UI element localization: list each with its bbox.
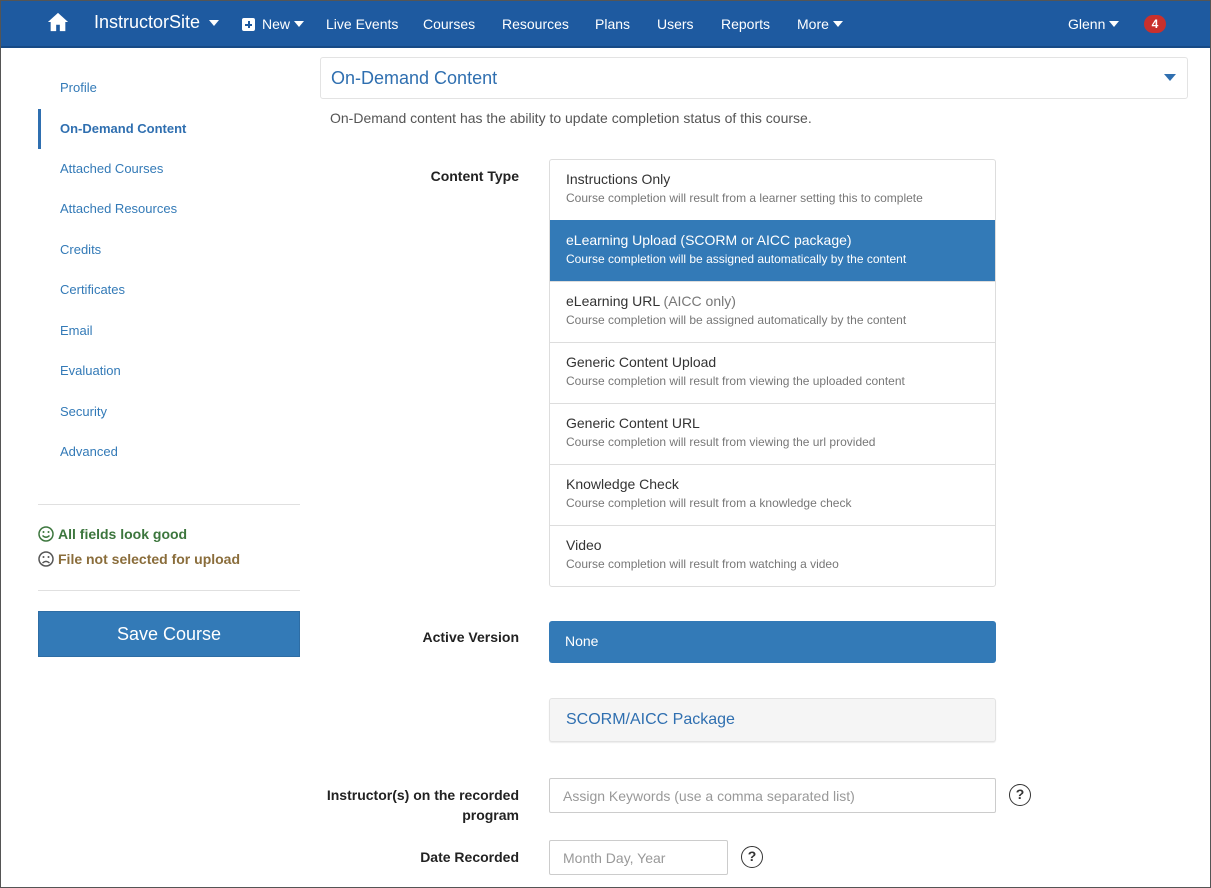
chevron-down-icon: [832, 21, 843, 27]
help-icon[interactable]: ?: [1009, 784, 1031, 806]
date-recorded-label: Date Recorded: [420, 849, 519, 865]
instructors-input[interactable]: [549, 778, 996, 813]
sidebar-item-advanced[interactable]: Advanced: [38, 425, 300, 466]
option-description: Course completion will be assigned autom…: [566, 252, 907, 266]
content-type-option[interactable]: Instructions Only Course completion will…: [550, 160, 995, 220]
panel-title: On-Demand Content: [331, 68, 498, 88]
content-type-option[interactable]: Video Course completion will result from…: [550, 525, 995, 586]
option-title: Video: [566, 537, 602, 553]
save-course-button[interactable]: Save Course: [38, 611, 300, 657]
option-subtitle: (SCORM or AICC package): [676, 232, 852, 248]
status-warning: File not selected for upload: [38, 551, 240, 567]
nav-live-events[interactable]: Live Events: [326, 16, 398, 32]
option-title: Generic Content URL: [566, 415, 700, 431]
option-description: Course completion will result from a kno…: [566, 496, 852, 510]
top-navbar: InstructorSite New Live Events Courses R…: [1, 1, 1210, 48]
user-menu[interactable]: Glenn: [1068, 16, 1120, 32]
option-description: Course completion will result from a lea…: [566, 191, 923, 205]
home-icon[interactable]: [47, 11, 69, 33]
option-description: Course completion will result from watch…: [566, 557, 839, 571]
nav-courses[interactable]: Courses: [423, 16, 475, 32]
sidebar-item-credits[interactable]: Credits: [38, 223, 300, 264]
active-version-label: Active Version: [422, 629, 520, 645]
sidebar-item-attached-resources[interactable]: Attached Resources: [38, 182, 300, 223]
sidebar-item-profile[interactable]: Profile: [38, 61, 300, 102]
status-good-text: All fields look good: [58, 526, 188, 542]
content-type-option[interactable]: eLearning URL (AICC only) Course complet…: [550, 281, 995, 342]
option-title: eLearning URL: [566, 293, 660, 309]
content-type-option[interactable]: Knowledge Check Course completion will r…: [550, 464, 995, 525]
more-menu[interactable]: More: [797, 16, 843, 32]
instructors-label-line2: program: [462, 807, 519, 823]
sidebar: Profile On-Demand Content Attached Cours…: [38, 61, 300, 466]
content-type-list: Instructions Only Course completion will…: [549, 159, 996, 587]
option-description: Course completion will be assigned autom…: [566, 313, 907, 327]
user-name: Glenn: [1068, 16, 1106, 32]
option-title: Knowledge Check: [566, 476, 679, 492]
nav-plans[interactable]: Plans: [595, 16, 630, 32]
new-menu-label: New: [262, 16, 291, 32]
more-menu-label: More: [797, 16, 829, 32]
notification-badge[interactable]: 4: [1144, 15, 1166, 33]
brand-menu[interactable]: InstructorSite: [94, 12, 220, 33]
option-description: Course completion will result from viewi…: [566, 374, 905, 388]
content-type-option[interactable]: Generic Content Upload Course completion…: [550, 342, 995, 403]
content-type-label: Content Type: [430, 168, 519, 184]
brand-label: InstructorSite: [94, 12, 201, 32]
nav-resources[interactable]: Resources: [502, 16, 569, 32]
caret-down-icon[interactable]: [1164, 74, 1176, 81]
smile-icon: [38, 526, 54, 542]
panel-description: On-Demand content has the ability to upd…: [330, 110, 812, 126]
nav-reports[interactable]: Reports: [721, 16, 770, 32]
sidebar-item-evaluation[interactable]: Evaluation: [38, 344, 300, 385]
option-title: Generic Content Upload: [566, 354, 717, 370]
panel-header[interactable]: On-Demand Content: [320, 57, 1188, 99]
plus-square-icon: [242, 17, 255, 31]
status-warning-text: File not selected for upload: [58, 551, 241, 567]
instructors-label-line1: Instructor(s) on the recorded: [326, 787, 519, 803]
status-good: All fields look good: [38, 526, 187, 542]
active-version-button[interactable]: None: [549, 621, 996, 663]
new-menu[interactable]: New: [242, 16, 305, 32]
sidebar-divider: [38, 504, 300, 505]
nav-users[interactable]: Users: [657, 16, 694, 32]
chevron-down-icon: [294, 21, 305, 27]
sidebar-item-email[interactable]: Email: [38, 304, 300, 345]
content-type-option[interactable]: Generic Content URL Course completion wi…: [550, 403, 995, 464]
help-icon[interactable]: ?: [741, 846, 763, 868]
frown-icon: [38, 551, 54, 567]
chevron-down-icon: [209, 19, 220, 26]
instructors-label: Instructor(s) on the recorded program: [319, 785, 519, 825]
tab-scorm-aicc-package[interactable]: SCORM/AICC Package: [549, 698, 996, 742]
option-title: Instructions Only: [566, 171, 671, 187]
content-type-option-selected[interactable]: eLearning Upload (SCORM or AICC package)…: [550, 220, 995, 281]
chevron-down-icon: [1109, 21, 1120, 27]
sidebar-divider: [38, 590, 300, 591]
option-title: eLearning Upload: [566, 232, 677, 248]
option-description: Course completion will result from viewi…: [566, 435, 876, 449]
option-subtitle: (AICC only): [659, 293, 736, 309]
sidebar-item-certificates[interactable]: Certificates: [38, 263, 300, 304]
sidebar-item-security[interactable]: Security: [38, 385, 300, 426]
date-recorded-input[interactable]: [549, 840, 728, 875]
